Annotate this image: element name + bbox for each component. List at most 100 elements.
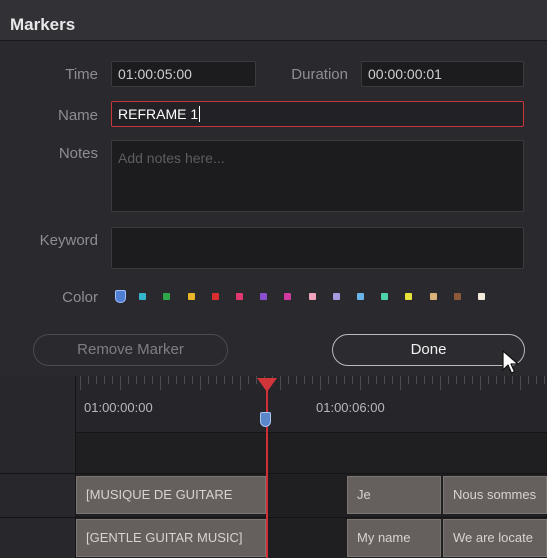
ruler-tick xyxy=(176,376,177,384)
duration-field[interactable]: 00:00:00:01 xyxy=(361,61,524,87)
ruler-tick xyxy=(80,376,81,390)
timecode-ruler[interactable]: 01:00:00:00 01:00:06:00 xyxy=(76,376,547,433)
color-swatch-lavender[interactable] xyxy=(333,293,340,300)
ruler-tick xyxy=(216,376,217,384)
timeline: 01:00:00:00 01:00:06:00 [MUSIQUE DE GUIT… xyxy=(0,376,547,558)
color-swatch-blue[interactable] xyxy=(115,290,126,303)
color-swatch-sky[interactable] xyxy=(357,293,364,300)
ruler-tick xyxy=(232,376,233,384)
ruler-tick xyxy=(112,376,113,384)
color-swatch-purple[interactable] xyxy=(260,293,267,300)
ruler-tick xyxy=(360,376,361,390)
name-value: REFRAME 1 xyxy=(118,106,199,122)
done-button[interactable]: Done xyxy=(332,334,525,366)
keyword-field[interactable] xyxy=(111,227,524,269)
ruler-tick xyxy=(224,376,225,384)
ruler-tick xyxy=(96,376,97,384)
color-swatch-rose[interactable] xyxy=(309,293,316,300)
track-divider xyxy=(0,517,547,518)
ruler-tick xyxy=(184,376,185,384)
notes-label: Notes xyxy=(58,145,98,162)
color-swatch-green[interactable] xyxy=(163,293,170,300)
ruler-tick xyxy=(432,376,433,384)
ruler-tick xyxy=(200,376,201,390)
time-value: 01:00:05:00 xyxy=(118,66,192,82)
color-swatch-cocoa[interactable] xyxy=(454,293,461,300)
ruler-tick xyxy=(392,376,393,384)
ruler-tick xyxy=(280,376,281,390)
dialog-header: Markers xyxy=(0,0,547,41)
color-swatch-sand[interactable] xyxy=(430,293,437,300)
subtitle-clip[interactable]: [MUSIQUE DE GUITARE xyxy=(76,476,266,514)
ruler-tick xyxy=(136,376,137,384)
track-header-column xyxy=(0,376,76,558)
notes-placeholder: Add notes here... xyxy=(118,150,225,166)
timecode-left: 01:00:00:00 xyxy=(84,400,153,415)
ruler-tick xyxy=(536,376,537,384)
notes-field[interactable]: Add notes here... xyxy=(111,140,524,212)
dialog-title: Markers xyxy=(10,15,76,34)
ruler-tick xyxy=(312,376,313,384)
ruler-tick xyxy=(472,376,473,384)
color-swatch-yellow[interactable] xyxy=(188,293,195,300)
ruler-tick xyxy=(480,376,481,390)
ruler-tick xyxy=(416,376,417,384)
ruler-tick xyxy=(504,376,505,384)
ruler-tick xyxy=(456,376,457,384)
ruler-tick xyxy=(464,376,465,384)
ruler-tick xyxy=(304,376,305,384)
mouse-pointer-icon xyxy=(502,350,519,374)
ruler-tick xyxy=(328,376,329,384)
ruler-tick xyxy=(384,376,385,384)
remove-marker-button[interactable]: Remove Marker xyxy=(33,334,228,366)
color-swatch-lemon[interactable] xyxy=(405,293,412,300)
ruler-tick xyxy=(88,376,89,384)
duration-value: 00:00:00:01 xyxy=(368,66,442,82)
time-field[interactable]: 01:00:05:00 xyxy=(111,61,256,87)
ruler-tick xyxy=(408,376,409,384)
duration-label: Duration xyxy=(291,66,348,83)
ruler-tick xyxy=(400,376,401,390)
text-caret xyxy=(199,106,201,122)
keyword-label: Keyword xyxy=(39,232,98,249)
markers-dialog: Markers Time 01:00:05:00 Duration 00:00:… xyxy=(0,0,547,376)
ruler-tick xyxy=(192,376,193,384)
ruler-tick xyxy=(248,376,249,384)
color-swatch-red[interactable] xyxy=(212,293,219,300)
color-swatch-fuchsia[interactable] xyxy=(284,293,291,300)
ruler-tick xyxy=(120,376,121,390)
ruler-tick xyxy=(296,376,297,384)
ruler-tick xyxy=(240,376,241,390)
time-label: Time xyxy=(65,66,98,83)
ruler-tick xyxy=(488,376,489,384)
playhead-handle[interactable] xyxy=(257,378,277,392)
color-label: Color xyxy=(62,289,98,306)
name-field[interactable]: REFRAME 1 xyxy=(111,101,524,127)
subtitle-clip[interactable]: [GENTLE GUITAR MUSIC] xyxy=(76,519,266,557)
subtitle-clip[interactable]: We are locate xyxy=(443,519,547,557)
davinci-resolve-window: Markers Time 01:00:05:00 Duration 00:00:… xyxy=(0,0,547,558)
ruler-tick xyxy=(528,376,529,384)
ruler-tick xyxy=(352,376,353,384)
ruler-tick xyxy=(512,376,513,384)
ruler-tick xyxy=(320,376,321,390)
ruler-tick xyxy=(288,376,289,384)
ruler-tick xyxy=(104,376,105,384)
ruler-tick xyxy=(376,376,377,384)
ruler-tick xyxy=(424,376,425,384)
ruler-tick xyxy=(160,376,161,390)
ruler-tick xyxy=(544,376,545,384)
ruler-tick xyxy=(496,376,497,384)
color-swatch-mint[interactable] xyxy=(381,293,388,300)
timeline-marker-icon[interactable] xyxy=(260,412,271,427)
subtitle-clip[interactable]: Je xyxy=(347,476,441,514)
ruler-tick xyxy=(336,376,337,384)
color-swatch-pink[interactable] xyxy=(236,293,243,300)
ruler-tick xyxy=(368,376,369,384)
color-swatch-cream[interactable] xyxy=(478,293,485,300)
subtitle-clip[interactable]: My name xyxy=(347,519,441,557)
ruler-tick xyxy=(152,376,153,384)
timecode-right: 01:00:06:00 xyxy=(316,400,385,415)
subtitle-clip[interactable]: Nous sommes xyxy=(443,476,547,514)
color-swatch-cyan[interactable] xyxy=(139,293,146,300)
